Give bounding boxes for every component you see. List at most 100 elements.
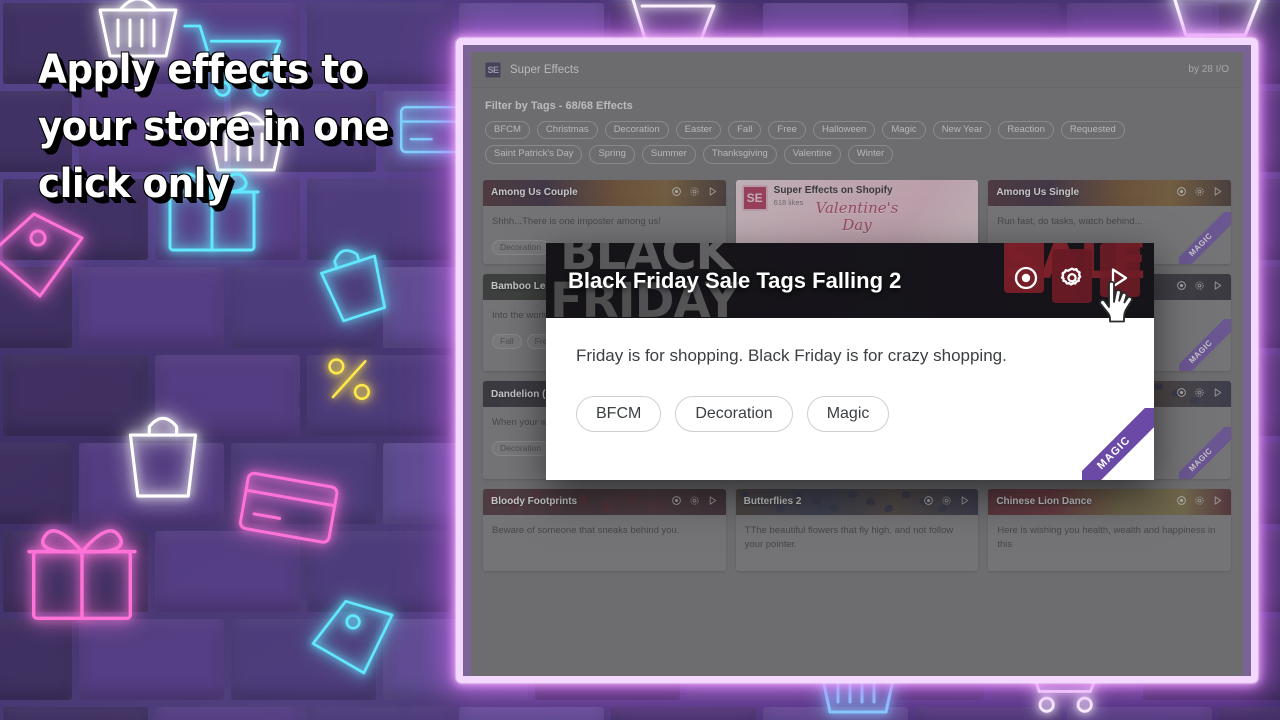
effect-card-icons [1176, 184, 1223, 202]
filter-tag-fall[interactable]: Fall [728, 121, 762, 140]
filter-tag-bfcm[interactable]: BFCM [485, 121, 530, 140]
eye-icon[interactable] [671, 184, 682, 202]
modal-tag-decoration[interactable]: Decoration [675, 396, 793, 432]
effect-name: Among Us Couple [491, 187, 578, 199]
effect-card-icons [671, 184, 718, 202]
filter-tag-list: BFCM Christmas Decoration Easter Fall Free Hal… [485, 121, 1229, 164]
play-icon[interactable] [1212, 493, 1223, 511]
eye-icon[interactable] [671, 493, 682, 511]
hand-cursor-icon [1096, 278, 1142, 339]
filter-tag-requested[interactable]: Requested [1060, 121, 1125, 140]
effect-card-header: Chinese Lion Dance [988, 488, 1231, 515]
gear-icon[interactable] [941, 493, 952, 511]
effect-card-icons [923, 493, 970, 511]
effect-card-header: Among Us Single [988, 179, 1231, 206]
gear-icon[interactable] [689, 184, 700, 202]
effect-name: Chinese Lion Dance [996, 496, 1092, 508]
app-byline: by 28 I/O [1188, 64, 1229, 75]
modal-tag-bfcm[interactable]: BFCM [576, 396, 662, 432]
effect-card-header: Butterflies 2 [735, 488, 979, 515]
headline-line-2: your store in one [38, 104, 390, 150]
effect-description: Run fast, do tasks, watch behind... [997, 215, 1143, 227]
gear-icon[interactable] [1194, 385, 1205, 403]
gear-icon[interactable] [1194, 184, 1205, 202]
modal-title: Black Friday Sale Tags Falling 2 [568, 267, 902, 293]
gear-icon[interactable] [1058, 264, 1086, 297]
effect-card-header: Bloody Footprints [483, 488, 726, 515]
filter-tag-new-year[interactable]: New Year [932, 121, 992, 140]
eye-icon[interactable] [1176, 278, 1187, 296]
effect-description: TThe beautiful flowers that fly high, an… [744, 524, 954, 550]
filter-tag-christmas[interactable]: Christmas [536, 121, 598, 140]
effect-card[interactable]: Butterflies 2 TThe beautiful flowers that… [735, 488, 979, 572]
app-header: SE Super Effects by 28 I/O [471, 52, 1243, 88]
effect-card-body: Here is wishing you health, wealth and h… [988, 515, 1231, 572]
modal-tag-magic[interactable]: Magic [806, 396, 890, 432]
play-icon[interactable] [707, 184, 718, 202]
filter-tag-magic[interactable]: Magic [882, 121, 926, 140]
filter-tag-summer[interactable]: Summer [641, 145, 696, 164]
magic-ribbon-label: MAGIC [1082, 408, 1154, 480]
play-icon[interactable] [1212, 184, 1223, 202]
effect-card-header: Among Us Couple [483, 179, 726, 206]
effect-tag[interactable]: Decoration [492, 441, 550, 457]
filter-tag-thanksgiving[interactable]: Thanksgiving [702, 145, 777, 164]
app-title: Super Effects [510, 63, 579, 76]
play-icon[interactable] [1212, 278, 1223, 296]
modal-body: Friday is for shopping. Black Friday is … [546, 318, 1154, 480]
effect-description: Beware of someone that sneaks behind you… [492, 524, 680, 536]
play-icon[interactable] [959, 493, 970, 511]
effect-detail-modal: BLACKFRIDAYSALE Black Friday Sale Tags F… [546, 243, 1154, 480]
effect-card[interactable]: Bloody Footprints Beware of someone that … [483, 488, 726, 572]
filter-tag-decoration[interactable]: Decoration [604, 121, 669, 140]
gear-icon[interactable] [1194, 278, 1205, 296]
cover-line-2: Day [842, 215, 872, 234]
effect-card-body: Beware of someone that sneaks behind you… [483, 515, 726, 558]
play-icon[interactable] [707, 493, 718, 511]
gear-icon[interactable] [1194, 493, 1205, 511]
effect-name: Bloody Footprints [491, 496, 578, 508]
filter-title: Filter by Tags - 68/68 Effects [485, 100, 633, 112]
effect-description: Shhh...There is one imposter among us! [492, 215, 661, 227]
filter-tag-saint-patrick-s-day[interactable]: Saint Patrick's Day [485, 145, 583, 164]
filter-bar: Filter by Tags - 68/68 Effects BFCM Chris… [471, 88, 1243, 170]
effect-card-icons [1176, 493, 1223, 511]
filter-tag-reaction[interactable]: Reaction [998, 121, 1054, 140]
eye-icon[interactable] [1012, 264, 1040, 297]
effect-card-icons [1176, 278, 1223, 296]
super-effects-logo-icon: SE [485, 61, 501, 78]
facebook-cover: SE Super Effects on Shopify 618 likes Valen… [735, 179, 979, 244]
eye-icon[interactable] [1176, 493, 1187, 511]
effect-tag[interactable]: Decoration [492, 239, 550, 255]
headline-line-1: Apply effects to [38, 47, 364, 93]
modal-header: BLACKFRIDAYSALE Black Friday Sale Tags F… [546, 243, 1154, 318]
headline-line-3: click only [38, 161, 230, 207]
effect-card[interactable]: Chinese Lion Dance Here is wishing you he… [988, 488, 1231, 572]
magic-ribbon: MAGIC [1082, 408, 1154, 480]
effect-card-icons [1176, 385, 1223, 403]
effect-name: Among Us Single [996, 187, 1080, 199]
facebook-page-name: Super Effects on Shopify [773, 184, 893, 196]
filter-tag-halloween[interactable]: Halloween [812, 121, 876, 140]
effect-name: Butterflies 2 [743, 496, 802, 508]
filter-tag-valentine[interactable]: Valentine [783, 145, 841, 164]
facebook-page-likes: 618 likes [773, 197, 804, 207]
effect-description: Here is wishing you health, wealth and h… [997, 524, 1216, 550]
effect-tag[interactable]: Fall [492, 333, 522, 349]
promo-headline: Apply effects to your store in one click… [38, 42, 468, 213]
modal-description: Friday is for shopping. Black Friday is … [576, 346, 1007, 365]
facebook-page-avatar: SE [741, 184, 768, 211]
gear-icon[interactable] [689, 493, 700, 511]
facebook-page-header: SE Super Effects on Shopify 618 likes [741, 184, 893, 211]
filter-tag-winter[interactable]: Winter [847, 145, 894, 164]
effect-card-icons [671, 493, 718, 511]
filter-tag-easter[interactable]: Easter [675, 121, 722, 140]
effect-card-body: TThe beautiful flowers that fly high, an… [736, 515, 979, 572]
modal-tag-list: BFCM Decoration Magic [576, 396, 1124, 432]
eye-icon[interactable] [1176, 184, 1187, 202]
eye-icon[interactable] [1176, 385, 1187, 403]
play-icon[interactable] [1212, 385, 1223, 403]
eye-icon[interactable] [923, 493, 934, 511]
filter-tag-free[interactable]: Free [768, 121, 806, 140]
filter-tag-spring[interactable]: Spring [589, 145, 635, 164]
